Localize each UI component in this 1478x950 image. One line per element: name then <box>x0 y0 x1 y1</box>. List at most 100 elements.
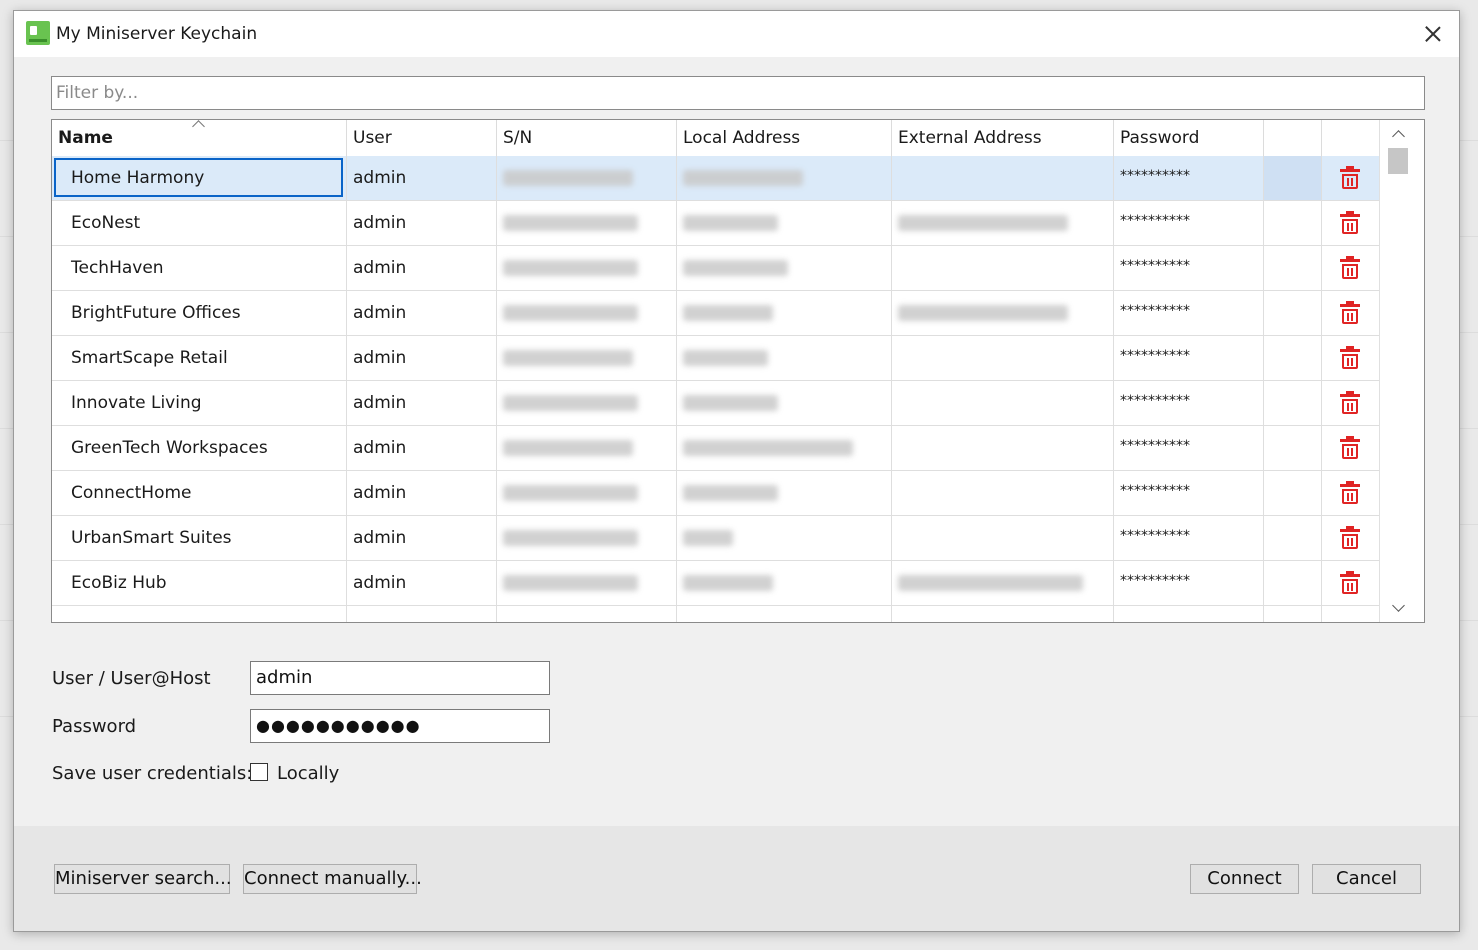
cell-name: EcoBiz Hub <box>52 561 347 605</box>
vertical-scrollbar[interactable] <box>1379 120 1424 622</box>
trash-icon[interactable] <box>1340 571 1360 594</box>
cell-spacer <box>1264 156 1322 200</box>
cell-external-address <box>892 561 1114 605</box>
connect-button[interactable]: Connect <box>1190 864 1299 894</box>
cell-user: admin <box>347 291 497 335</box>
cell-local-address <box>677 336 892 380</box>
cancel-button[interactable]: Cancel <box>1312 864 1421 894</box>
blurred-text <box>683 530 733 546</box>
locally-checkbox[interactable] <box>250 763 268 781</box>
trash-icon[interactable] <box>1340 436 1360 459</box>
cell-serial-number <box>497 156 677 200</box>
user-label: User / User@Host <box>52 668 211 689</box>
trash-icon[interactable] <box>1340 256 1360 279</box>
blurred-text <box>683 575 773 591</box>
cell-spacer <box>1264 426 1322 470</box>
table-row[interactable]: UrbanSmart Suites admin ********** <box>52 516 1380 561</box>
blurred-text <box>503 485 638 501</box>
cell-local-address <box>677 561 892 605</box>
column-header-external-address[interactable]: External Address <box>892 120 1114 156</box>
cell-local-address <box>677 606 892 622</box>
table-row[interactable]: ConnectHome admin ********** <box>52 471 1380 516</box>
trash-icon[interactable] <box>1340 481 1360 504</box>
keychain-dialog: My Miniserver Keychain Name User S/N Loc… <box>13 10 1460 932</box>
table-row[interactable]: TechHaven admin ********** <box>52 246 1380 291</box>
cell-user: admin <box>347 336 497 380</box>
cell-spacer <box>1264 381 1322 425</box>
cell-password: ********** <box>1114 516 1264 560</box>
column-header-password[interactable]: Password <box>1114 120 1264 156</box>
scroll-down-icon[interactable] <box>1392 599 1405 612</box>
blurred-text <box>503 395 638 411</box>
cell-user: admin <box>347 381 497 425</box>
cell-serial-number <box>497 201 677 245</box>
cell-external-address <box>892 516 1114 560</box>
cell-name: UrbanSmart Suites <box>52 516 347 560</box>
blurred-text <box>503 350 633 366</box>
close-icon[interactable] <box>1415 17 1451 49</box>
cell-local-address <box>677 291 892 335</box>
table-row[interactable]: SmartScape Retail admin ********** <box>52 336 1380 381</box>
blurred-text <box>898 575 1083 591</box>
user-field[interactable]: admin <box>250 661 550 695</box>
cell-local-address <box>677 381 892 425</box>
blurred-text <box>503 170 633 186</box>
cell-password: ********** <box>1114 291 1264 335</box>
locally-label[interactable]: Locally <box>277 763 339 784</box>
cell-password: ********** <box>1114 561 1264 605</box>
cell-spacer <box>1264 201 1322 245</box>
cell-local-address <box>677 426 892 470</box>
cell-spacer <box>1264 516 1322 560</box>
column-header-sn[interactable]: S/N <box>497 120 677 156</box>
miniserver-name: Innovate Living <box>71 393 202 413</box>
window-title: My Miniserver Keychain <box>56 24 258 44</box>
blurred-text <box>898 305 1068 321</box>
trash-icon[interactable] <box>1340 301 1360 324</box>
focus-outline <box>54 158 343 197</box>
table-row[interactable]: EcoBiz Hub admin ********** <box>52 561 1380 606</box>
trash-icon[interactable] <box>1340 391 1360 414</box>
scroll-up-icon[interactable] <box>1392 130 1405 143</box>
column-header-user[interactable]: User <box>347 120 497 156</box>
column-header-local-address[interactable]: Local Address <box>677 120 892 156</box>
cell-spacer <box>1264 291 1322 335</box>
filter-input[interactable] <box>51 76 1425 110</box>
trash-icon[interactable] <box>1340 211 1360 234</box>
cell-password: ********** <box>1114 471 1264 515</box>
cell-external-address <box>892 381 1114 425</box>
table-row[interactable]: BrightFuture Offices admin ********** <box>52 291 1380 336</box>
cell-serial-number <box>497 246 677 290</box>
cell-local-address <box>677 201 892 245</box>
trash-icon[interactable] <box>1340 346 1360 369</box>
cell-password <box>1114 606 1264 622</box>
table-row[interactable]: EcoNest admin ********** <box>52 201 1380 246</box>
miniserver-name: BrightFuture Offices <box>71 303 241 323</box>
table-row[interactable]: GreenTech Workspaces admin ********** <box>52 426 1380 471</box>
cell-name: EcoNest <box>52 201 347 245</box>
table-row[interactable]: Home Harmony admin ********** <box>52 156 1380 201</box>
title-bar: My Miniserver Keychain <box>14 11 1459 57</box>
table-row-partial[interactable] <box>52 606 1380 622</box>
miniserver-search-button[interactable]: Miniserver search... <box>54 864 232 894</box>
cell-name: Home Harmony <box>52 156 347 200</box>
cell-local-address <box>677 471 892 515</box>
trash-icon[interactable] <box>1340 166 1360 189</box>
cell-serial-number <box>497 516 677 560</box>
cell-user: admin <box>347 471 497 515</box>
cell-name: BrightFuture Offices <box>52 291 347 335</box>
cell-spacer <box>1264 336 1322 380</box>
password-field[interactable]: ●●●●●●●●●●● <box>250 709 550 743</box>
connect-manually-button[interactable]: Connect manually... <box>243 864 422 894</box>
cell-user: admin <box>347 156 497 200</box>
cell-password: ********** <box>1114 156 1264 200</box>
cell-user: admin <box>347 201 497 245</box>
cell-password: ********** <box>1114 381 1264 425</box>
cell-password: ********** <box>1114 426 1264 470</box>
miniserver-name: UrbanSmart Suites <box>71 528 232 548</box>
cell-serial-number <box>497 426 677 470</box>
blurred-text <box>683 485 778 501</box>
scroll-thumb[interactable] <box>1388 148 1408 174</box>
trash-icon[interactable] <box>1340 526 1360 549</box>
table-row[interactable]: Innovate Living admin ********** <box>52 381 1380 426</box>
miniserver-name: TechHaven <box>71 258 164 278</box>
